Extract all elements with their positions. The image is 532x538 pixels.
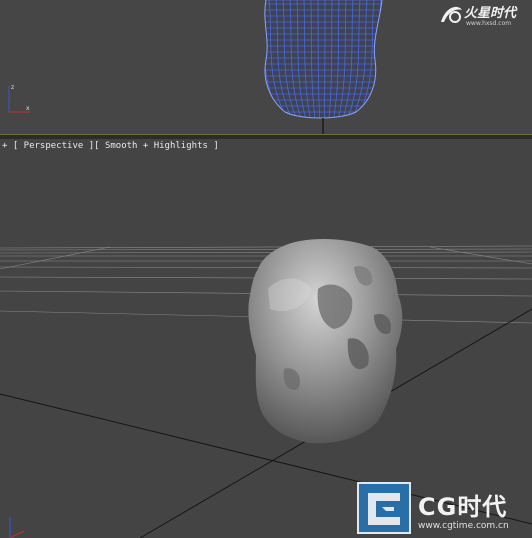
watermark-logo-bottom: CG时代 www.cgtime.com.cn — [356, 481, 532, 537]
cgtime-logo-icon — [357, 482, 411, 534]
watermark-url-top: www.hxsd.com — [466, 20, 512, 27]
top-viewport[interactable]: z x 火星时代 www.hxsd.com — [0, 0, 532, 134]
perspective-viewport[interactable]: + [ Perspective ][ Smooth + Highlights ]… — [0, 139, 532, 538]
axis-gizmo-top: z x — [8, 84, 30, 113]
perspective-viewport-canvas — [0, 239, 532, 538]
viewport-label[interactable]: + [ Perspective ][ Smooth + Highlights ] — [2, 141, 219, 151]
watermark-brand-bottom: CG时代 — [418, 493, 508, 521]
svg-text:z: z — [11, 84, 14, 91]
axis-gizmo-perspective — [9, 517, 25, 538]
watermark-brand-top: 火星时代 — [464, 6, 517, 21]
hxsd-logo-icon — [441, 6, 462, 23]
watermark-logo-top: 火星时代 www.hxsd.com — [438, 2, 524, 32]
rock-mesh[interactable] — [248, 239, 403, 444]
watermark-url-bottom: www.cgtime.com.cn — [418, 521, 509, 531]
svg-text:x: x — [26, 105, 30, 112]
